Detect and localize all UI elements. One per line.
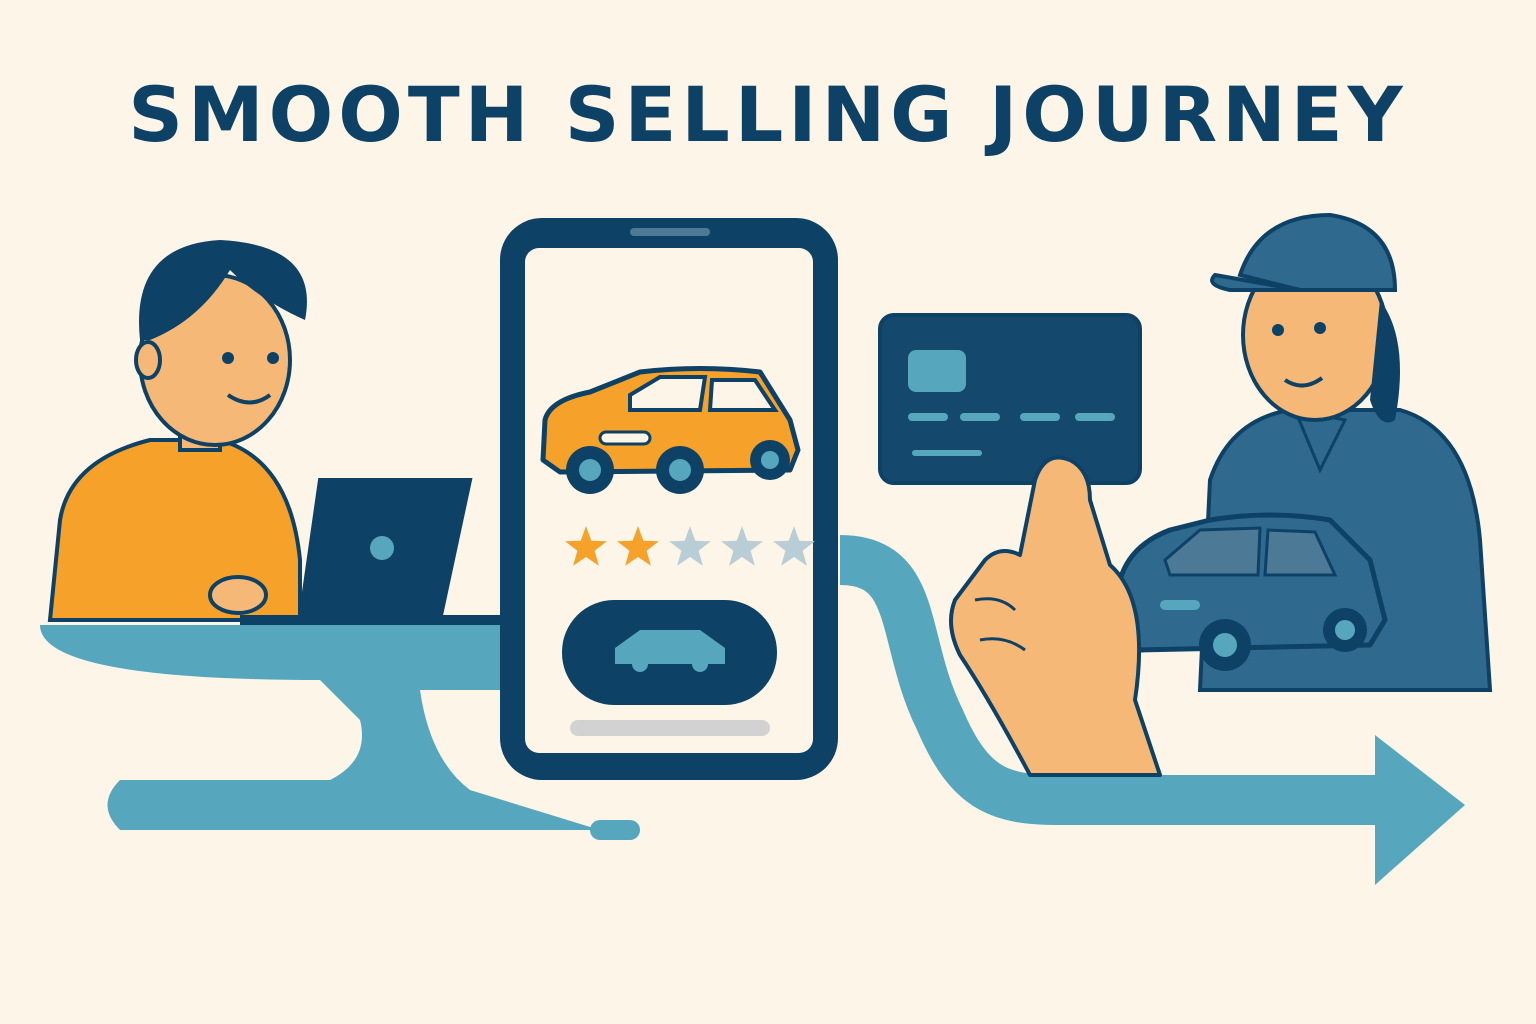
pointing-hand xyxy=(949,455,1162,777)
credit-card-icon xyxy=(878,313,1142,485)
journey-arrow-icon xyxy=(1375,735,1465,885)
car-button[interactable] xyxy=(562,600,777,705)
journey-artwork xyxy=(40,212,1493,885)
illustration: SMOOTH SELLING JOURNEY xyxy=(0,0,1536,1024)
blue-car-icon xyxy=(1112,512,1388,671)
seller-person xyxy=(47,240,307,622)
